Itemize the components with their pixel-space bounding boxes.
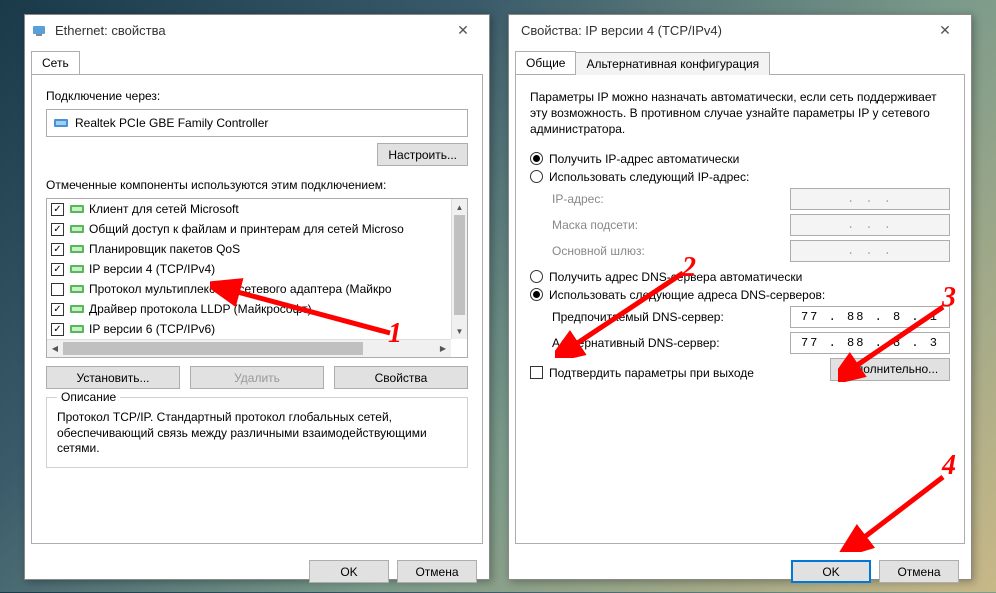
list-item[interactable]: ✓ Планировщик пакетов QoS bbox=[47, 239, 467, 259]
description-title: Описание bbox=[57, 390, 120, 404]
radio-icon bbox=[530, 270, 543, 283]
tab-alternate-config[interactable]: Альтернативная конфигурация bbox=[575, 52, 770, 75]
install-button[interactable]: Установить... bbox=[46, 366, 180, 389]
list-item[interactable]: ✓ IP версии 4 (TCP/IPv4) bbox=[47, 259, 467, 279]
list-item-label: Планировщик пакетов QoS bbox=[89, 242, 240, 256]
tab-network[interactable]: Сеть bbox=[31, 51, 80, 74]
adapter-box: Realtek PCIe GBE Family Controller bbox=[46, 109, 468, 137]
tab-general[interactable]: Общие bbox=[515, 51, 576, 74]
vertical-scrollbar[interactable]: ▲ ▼ bbox=[451, 199, 467, 339]
list-item[interactable]: ✓ Драйвер протокола LLDP (Майкрософт) bbox=[47, 299, 467, 319]
gateway-label: Основной шлюз: bbox=[552, 244, 790, 258]
scroll-down-arrow[interactable]: ▼ bbox=[452, 323, 467, 339]
list-item-label: Общий доступ к файлам и принтерам для се… bbox=[89, 222, 404, 236]
ethernet-properties-dialog: Ethernet: свойства ✕ Сеть Подключение че… bbox=[24, 14, 490, 580]
checkbox-icon[interactable]: ✓ bbox=[51, 223, 64, 236]
checkbox-icon[interactable]: ✓ bbox=[51, 323, 64, 336]
list-item[interactable]: ✓ Общий доступ к файлам и принтерам для с… bbox=[47, 219, 467, 239]
scroll-right-arrow[interactable]: ▶ bbox=[435, 340, 451, 357]
component-icon bbox=[69, 261, 85, 277]
description-fieldset: Описание Протокол TCP/IP. Стандартный пр… bbox=[46, 397, 468, 468]
components-listbox[interactable]: ✓ Клиент для сетей Microsoft ✓ Общий доступ… bbox=[46, 198, 468, 358]
list-item[interactable]: ✓ Клиент для сетей Microsoft bbox=[47, 199, 467, 219]
nic-icon bbox=[53, 115, 69, 131]
component-icon bbox=[69, 201, 85, 217]
ip-address-field: . . . bbox=[790, 188, 950, 210]
component-icon bbox=[69, 281, 85, 297]
ethernet-icon bbox=[31, 22, 47, 38]
list-item-label: IP версии 6 (TCP/IPv6) bbox=[89, 322, 215, 336]
checkbox-icon[interactable]: ✓ bbox=[51, 243, 64, 256]
list-item[interactable]: Протокол мультиплексора сетевого адаптер… bbox=[47, 279, 467, 299]
radio-ip-auto[interactable]: Получить IP-адрес автоматически bbox=[530, 152, 950, 166]
scroll-left-arrow[interactable]: ◀ bbox=[47, 340, 63, 357]
remove-button: Удалить bbox=[190, 366, 324, 389]
radio-icon bbox=[530, 152, 543, 165]
checkbox-icon[interactable]: ✓ bbox=[51, 203, 64, 216]
radio-icon bbox=[530, 170, 543, 183]
checkbox-icon[interactable]: ✓ bbox=[51, 263, 64, 276]
dns-preferred-label: Предпочитаемый DNS-сервер: bbox=[552, 310, 790, 324]
component-icon bbox=[69, 241, 85, 257]
ip-address-label: IP-адрес: bbox=[552, 192, 790, 206]
checkbox-icon[interactable] bbox=[51, 283, 64, 296]
scroll-thumb[interactable] bbox=[454, 215, 465, 315]
properties-button[interactable]: Свойства bbox=[334, 366, 468, 389]
cancel-button[interactable]: Отмена bbox=[397, 560, 477, 583]
advanced-button[interactable]: Дополнительно... bbox=[830, 358, 950, 381]
info-text: Параметры IP можно назначать автоматичес… bbox=[530, 89, 950, 138]
dialog-title: Ethernet: свойства bbox=[55, 23, 443, 38]
ipv4-properties-dialog: Свойства: IP версии 4 (TCP/IPv4) ✕ Общие… bbox=[508, 14, 972, 580]
ok-button[interactable]: OK bbox=[309, 560, 389, 583]
component-icon bbox=[69, 301, 85, 317]
dialog-title: Свойства: IP версии 4 (TCP/IPv4) bbox=[515, 23, 925, 38]
horizontal-scrollbar[interactable]: ◀ ▶ bbox=[47, 339, 451, 357]
component-icon bbox=[69, 321, 85, 337]
list-item[interactable]: ✓ IP версии 6 (TCP/IPv6) bbox=[47, 319, 467, 339]
components-label: Отмеченные компоненты используются этим … bbox=[46, 178, 468, 192]
subnet-mask-field: . . . bbox=[790, 214, 950, 236]
dns-alternate-label: Альтернативный DNS-сервер: bbox=[552, 336, 790, 350]
checkbox-icon[interactable]: ✓ bbox=[51, 303, 64, 316]
radio-dns-manual[interactable]: Использовать следующие адреса DNS-сервер… bbox=[530, 288, 950, 302]
list-item-label: Драйвер протокола LLDP (Майкрософт) bbox=[89, 302, 312, 316]
dns-preferred-field[interactable]: 77 . 88 . 8 . 1 bbox=[790, 306, 950, 328]
hscroll-thumb[interactable] bbox=[63, 342, 363, 355]
titlebar: Свойства: IP версии 4 (TCP/IPv4) ✕ bbox=[509, 15, 971, 45]
scroll-up-arrow[interactable]: ▲ bbox=[452, 199, 467, 215]
checkbox-icon bbox=[530, 366, 543, 379]
radio-ip-manual[interactable]: Использовать следующий IP-адрес: bbox=[530, 170, 950, 184]
close-button[interactable]: ✕ bbox=[443, 17, 483, 43]
ok-button[interactable]: OK bbox=[791, 560, 871, 583]
close-button[interactable]: ✕ bbox=[925, 17, 965, 43]
radio-dns-auto[interactable]: Получить адрес DNS-сервера автоматически bbox=[530, 270, 950, 284]
titlebar: Ethernet: свойства ✕ bbox=[25, 15, 489, 45]
cancel-button[interactable]: Отмена bbox=[879, 560, 959, 583]
connect-via-label: Подключение через: bbox=[46, 89, 468, 103]
subnet-mask-label: Маска подсети: bbox=[552, 218, 790, 232]
configure-button[interactable]: Настроить... bbox=[377, 143, 468, 166]
description-text: Протокол TCP/IP. Стандартный протокол гл… bbox=[57, 410, 457, 457]
component-icon bbox=[69, 221, 85, 237]
dns-alternate-field[interactable]: 77 . 88 . 8 . 3 bbox=[790, 332, 950, 354]
list-item-label: Протокол мультиплексора сетевого адаптер… bbox=[89, 282, 392, 296]
list-item-label: IP версии 4 (TCP/IPv4) bbox=[89, 262, 215, 276]
radio-icon bbox=[530, 288, 543, 301]
list-item-label: Клиент для сетей Microsoft bbox=[89, 202, 239, 216]
adapter-name: Realtek PCIe GBE Family Controller bbox=[75, 116, 268, 130]
gateway-field: . . . bbox=[790, 240, 950, 262]
